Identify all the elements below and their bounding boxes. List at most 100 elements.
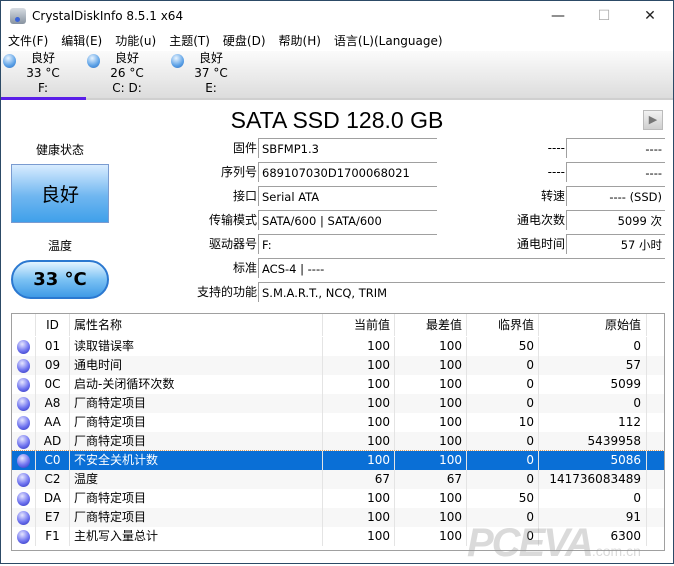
status-orb-icon	[17, 340, 30, 354]
menu-language[interactable]: 语言(L)(Language)	[327, 32, 449, 51]
menu-help[interactable]: 帮助(H)	[272, 32, 327, 51]
title-bar: CrystalDiskInfo 8.5.1 x64 — ☐ ✕	[1, 1, 673, 31]
current-cell: 67	[323, 470, 395, 489]
name-cell: 主机写入量总计	[70, 527, 323, 546]
menu-file[interactable]: 文件(F)	[1, 32, 54, 51]
name-cell: 启动-关闭循环次数	[70, 375, 323, 394]
close-button[interactable]: ✕	[627, 1, 673, 31]
worst-cell: 100	[395, 356, 467, 375]
maximize-button[interactable]: ☐	[581, 1, 627, 31]
disk-tab-cd[interactable]: 良好 26 °C C: D:	[85, 51, 169, 98]
health-status-button[interactable]: 良好	[11, 164, 109, 223]
worst-cell: 100	[395, 451, 467, 470]
disk-drive: F:	[37, 81, 48, 95]
id-cell: AD	[36, 432, 70, 451]
current-cell: 100	[323, 337, 395, 356]
name-cell: 通电时间	[70, 356, 323, 375]
disk-tab-f[interactable]: 良好 33 °C F:	[1, 51, 86, 100]
raw-cell: 112	[539, 413, 647, 432]
current-cell: 100	[323, 413, 395, 432]
smart-table: ID 属性名称 当前值 最差值 临界值 原始值 01 读取错误率 100 100 50 0…	[11, 313, 665, 551]
worst-cell: 100	[395, 508, 467, 527]
status-orb-icon	[17, 359, 30, 373]
raw-cell: 5086	[539, 451, 647, 470]
table-row[interactable]: DA 厂商特定项目 100 100 50 0	[12, 489, 664, 508]
table-row[interactable]: 09 通电时间 100 100 0 57	[12, 356, 664, 375]
threshold-cell: 0	[467, 451, 539, 470]
power-count-label: 通电次数	[516, 213, 565, 227]
status-cell	[12, 451, 36, 470]
menu-theme[interactable]: 主题(T)	[162, 32, 216, 51]
threshold-cell: 0	[467, 375, 539, 394]
current-cell: 100	[323, 527, 395, 546]
header-threshold[interactable]: 临界值	[467, 314, 539, 336]
status-orb-icon	[17, 397, 30, 411]
worst-cell: 100	[395, 489, 467, 508]
id-cell: 09	[36, 356, 70, 375]
status-cell	[12, 470, 36, 489]
id-cell: AA	[36, 413, 70, 432]
rotation-value: ---- (SSD)	[566, 186, 665, 206]
header-raw[interactable]: 原始值	[539, 314, 647, 336]
right-value-1: ----	[566, 138, 665, 158]
menu-function[interactable]: 功能(u)	[108, 32, 162, 51]
id-cell: 01	[36, 337, 70, 356]
worst-cell: 67	[395, 470, 467, 489]
status-orb-icon	[3, 54, 16, 68]
menu-edit[interactable]: 编辑(E)	[54, 32, 108, 51]
name-cell: 厂商特定项目	[70, 508, 323, 527]
rotation-label: 转速	[540, 189, 565, 203]
current-cell: 100	[323, 356, 395, 375]
table-row[interactable]: 01 读取错误率 100 100 50 0	[12, 337, 664, 356]
threshold-cell: 50	[467, 337, 539, 356]
table-row[interactable]: C2 温度 67 67 0 141736083489	[12, 470, 664, 489]
status-cell	[12, 375, 36, 394]
table-row[interactable]: AA 厂商特定项目 100 100 10 112	[12, 413, 664, 432]
disk-model-title: SATA SSD 128.0 GB	[230, 107, 444, 133]
header-status[interactable]	[12, 314, 36, 336]
header-worst[interactable]: 最差值	[395, 314, 467, 336]
app-icon	[10, 8, 26, 24]
header-current[interactable]: 当前值	[323, 314, 395, 336]
name-cell: 厂商特定项目	[70, 489, 323, 508]
current-cell: 100	[323, 451, 395, 470]
id-cell: F1	[36, 527, 70, 546]
menu-disk[interactable]: 硬盘(D)	[216, 32, 272, 51]
id-cell: C0	[36, 451, 70, 470]
temperature-label: 温度	[47, 239, 72, 253]
status-orb-icon	[17, 454, 30, 468]
transfer-mode-label: 传输模式	[208, 213, 257, 227]
right-value-2: ----	[566, 162, 665, 182]
status-cell	[12, 527, 36, 546]
header-id[interactable]: ID	[36, 314, 70, 336]
health-label: 健康状态	[35, 143, 84, 157]
menu-bar: 文件(F) 编辑(E) 功能(u) 主题(T) 硬盘(D) 帮助(H) 语言(L…	[1, 32, 449, 51]
current-cell: 100	[323, 432, 395, 451]
current-cell: 100	[323, 375, 395, 394]
name-cell: 温度	[70, 470, 323, 489]
disk-drive: C: D:	[112, 81, 142, 95]
status-cell	[12, 394, 36, 413]
current-cell: 100	[323, 394, 395, 413]
next-disk-button[interactable]: ▶	[643, 110, 663, 130]
serial-value: 689107030D1700068021	[258, 162, 437, 182]
threshold-cell: 0	[467, 356, 539, 375]
status-orb-icon	[17, 416, 30, 430]
threshold-cell: 0	[467, 394, 539, 413]
table-row[interactable]: 0C 启动-关闭循环次数 100 100 0 5099	[12, 375, 664, 394]
name-cell: 厂商特定项目	[70, 432, 323, 451]
status-orb-icon	[171, 54, 184, 68]
disk-tabs: 良好 33 °C F: 良好 26 °C C: D: 良好 37 °C E:	[1, 51, 673, 100]
table-row[interactable]: C0 不安全关机计数 100 100 0 5086	[12, 450, 664, 471]
table-row[interactable]: AD 厂商特定项目 100 100 0 5439958	[12, 432, 664, 451]
status-orb-icon	[17, 511, 30, 525]
raw-cell: 57	[539, 356, 647, 375]
id-cell: DA	[36, 489, 70, 508]
disk-tab-e[interactable]: 良好 37 °C E:	[169, 51, 253, 98]
power-count-value: 5099 次	[566, 210, 665, 230]
status-cell	[12, 413, 36, 432]
table-row[interactable]: A8 厂商特定项目 100 100 0 0	[12, 394, 664, 413]
power-hours-label: 通电时间	[516, 237, 565, 251]
header-name[interactable]: 属性名称	[70, 314, 323, 336]
minimize-button[interactable]: —	[535, 1, 581, 31]
